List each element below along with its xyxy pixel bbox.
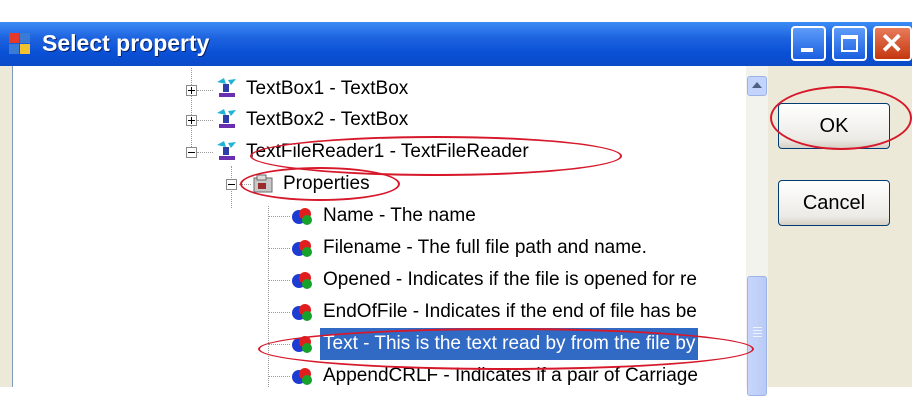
title-bar[interactable]: Select property ✕ [0,22,912,66]
minimize-button[interactable] [791,26,826,61]
property-icon [292,304,312,321]
property-icon [292,272,312,289]
tree-line [268,248,290,249]
scroll-up-button[interactable] [747,76,767,96]
expand-textbox2-icon[interactable] [186,115,197,126]
vertical-scrollbar[interactable] [746,66,768,396]
tree-node-label: TextFileReader1 - TextFileReader [246,141,529,162]
property-icon [292,368,312,385]
maximize-button[interactable] [832,26,867,61]
property-icon [292,336,312,353]
property-tree[interactable]: TextBox1 - TextBox TextBox2 - TextBox Te… [12,66,768,387]
property-icon [292,240,312,257]
properties-folder-icon [253,174,273,193]
component-icon [217,141,236,160]
close-icon: ✕ [880,28,904,59]
expand-textbox1-icon[interactable] [186,85,197,96]
collapse-textfilereader1-icon[interactable] [186,147,197,158]
property-label: Filename - The full file path and name. [323,237,647,258]
property-label: Name - The name [323,205,476,226]
property-label: Opened - Indicates if the file is opened… [323,269,697,290]
component-icon [217,78,236,97]
property-label: EndOfFile - Indicates if the end of file… [323,301,697,322]
tree-line [197,90,213,91]
tree-line [268,344,290,345]
grip-line [753,333,762,334]
tree-line [268,280,290,281]
cancel-button[interactable]: Cancel [778,180,890,226]
grip-line [753,336,762,337]
tree-line [239,184,251,185]
tree-line [268,216,290,217]
ok-button[interactable]: OK [778,103,890,149]
select-property-dialog: Select property ✕ TextBox1 - TextBox Tex… [0,22,912,396]
maximize-icon [841,35,858,52]
grip-line [753,327,762,328]
cropped-text-strip: ▘▝▘ ▘ ▘▝▘▝▘▝▘▝▘▝▘▝▘▝▘ ▝▘▝▘▝▘▝▘▝▘ ▝▘▝▘▝▘ [0,0,912,22]
tree-line [197,120,213,121]
close-button[interactable]: ✕ [873,26,912,61]
tree-node-label: TextBox2 - TextBox [246,109,409,130]
component-icon [217,109,236,128]
cropped-text: ▘▝▘ ▘ ▘▝▘▝▘▝▘▝▘▝▘▝▘▝▘ ▝▘▝▘▝▘▝▘▝▘ ▝▘▝▘▝▘ [10,0,610,11]
tree-line [268,206,269,387]
window-title: Select property [42,30,210,56]
tree-line [191,68,192,153]
minimize-icon [801,48,813,52]
scroll-thumb[interactable] [747,276,767,396]
app-icon [9,33,31,55]
tree-line [268,376,290,377]
property-icon [292,208,312,225]
tree-node-label: TextBox1 - TextBox [246,78,409,99]
tree-line [197,152,213,153]
property-label-selected: Text - This is the text read by from the… [320,328,699,360]
collapse-properties-icon[interactable] [226,179,237,190]
tree-line [268,312,290,313]
grip-line [753,330,762,331]
tree-node-label: Properties [283,173,370,194]
property-label: AppendCRLF - Indicates if a pair of Carr… [323,365,698,386]
